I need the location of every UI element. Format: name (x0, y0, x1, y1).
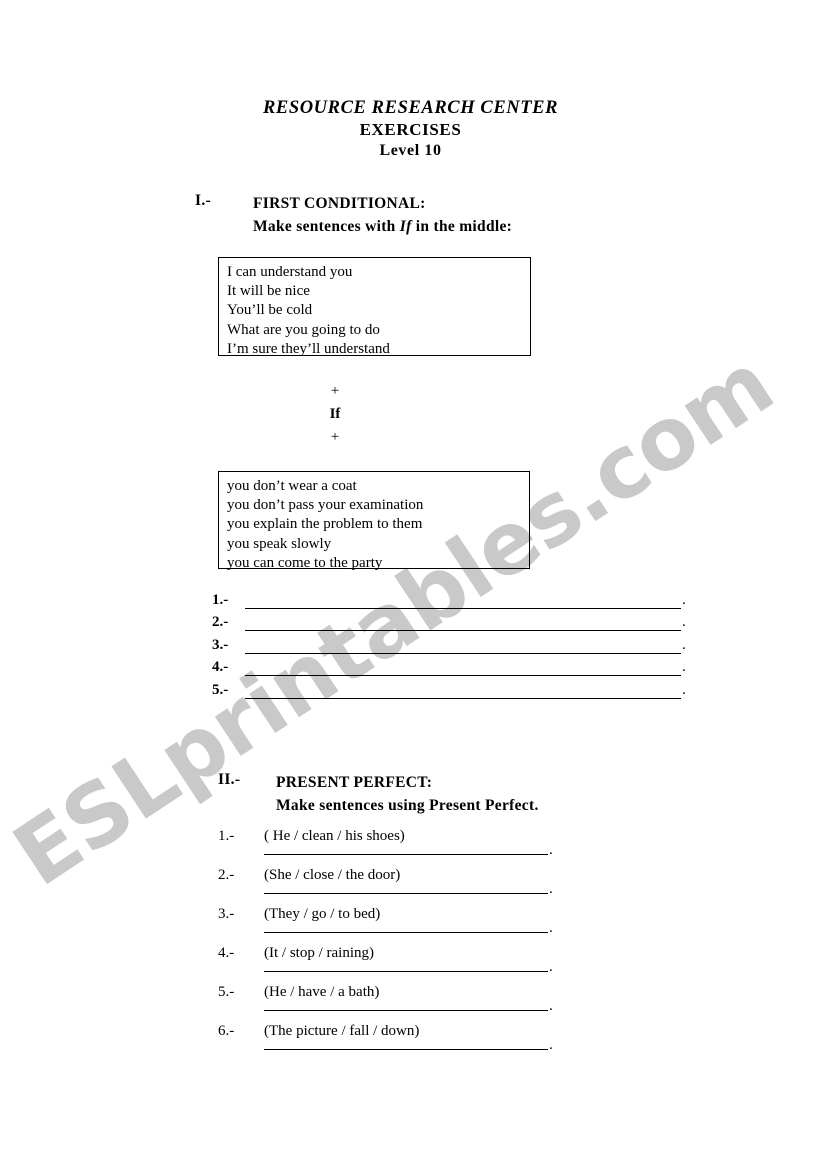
list-item: I’m sure they’ll understand (227, 340, 390, 357)
if-clause-box: you don’t wear a coat you don’t pass you… (218, 471, 530, 571)
item-prompt: (It / stop / raining) (264, 945, 374, 961)
item-answer-blank[interactable] (264, 971, 548, 972)
main-clause-list: I can understand you It will be nice You… (219, 258, 530, 363)
item-prompt: (They / go / to bed) (264, 906, 381, 922)
answer-blank[interactable] (245, 697, 681, 699)
answer-blank[interactable] (245, 675, 681, 677)
document-header: RESOURCE RESEARCH CENTER EXERCISES Level… (0, 98, 821, 161)
answer-row: 4.- . (212, 659, 712, 681)
section-1-instruction: Make sentences with If in the middle: (253, 215, 512, 238)
worksheet-page: ESLprintables.com RESOURCE RESEARCH CENT… (0, 0, 821, 1169)
answer-number: 3.- (212, 636, 229, 653)
answer-number: 4.- (212, 659, 229, 676)
exercise-item: 6.- (The picture / fall / down) . (218, 1023, 638, 1062)
item-number: 5.- (218, 984, 235, 1000)
item-end-punct: . (549, 920, 553, 936)
item-number: 1.- (218, 828, 235, 844)
list-item: you can come to the party (227, 554, 383, 571)
answer-end-punct: . (682, 614, 686, 631)
instruction-text-before: Make sentences with (253, 218, 396, 235)
item-number: 2.- (218, 867, 235, 883)
answer-end-punct: . (682, 636, 686, 653)
list-item: It will be nice (227, 283, 310, 300)
item-end-punct: . (549, 842, 553, 858)
section-2-number: II.- (218, 771, 241, 788)
item-answer-blank[interactable] (264, 932, 548, 933)
list-item: you explain the problem to them (227, 516, 423, 533)
answer-blank[interactable] (245, 608, 681, 609)
page-subtitle: EXERCISES (359, 120, 462, 139)
item-answer-blank[interactable] (264, 893, 548, 894)
answer-row: 3.- . (212, 637, 712, 659)
answer-end-punct: . (682, 592, 686, 608)
answer-row: 1.- . (212, 592, 712, 614)
answer-blank[interactable] (245, 630, 681, 632)
list-item: you don’t wear a coat (227, 478, 357, 494)
instruction-keyword-if: If (399, 218, 412, 235)
section-1-answer-lines: 1.- . 2.- . 3.- . 4.- . 5.- . (212, 592, 712, 704)
section-2-items: 1.- ( He / clean / his shoes) . 2.- (She… (218, 828, 638, 1062)
section-1-heading: FIRST CONDITIONAL: Make sentences with I… (253, 192, 512, 238)
page-level: Level 10 (379, 142, 442, 159)
answer-end-punct: . (682, 681, 686, 698)
exercise-item: 4.- (It / stop / raining) . (218, 945, 638, 984)
item-number: 3.- (218, 906, 235, 922)
list-item: I can understand you (227, 264, 353, 280)
section-2-heading: PRESENT PERFECT: Make sentences using Pr… (276, 771, 539, 817)
item-end-punct: . (549, 998, 553, 1014)
exercise-item: 3.- (They / go / to bed) . (218, 906, 638, 945)
section-1-title: FIRST CONDITIONAL: (253, 195, 426, 212)
item-answer-blank[interactable] (264, 1010, 548, 1011)
answer-end-punct: . (682, 659, 686, 676)
item-end-punct: . (549, 959, 553, 975)
item-answer-blank[interactable] (264, 1049, 548, 1050)
page-title: RESOURCE RESEARCH CENTER (262, 98, 559, 118)
instruction-text-after: in the middle: (415, 218, 513, 235)
answer-row: 5.- . (212, 682, 712, 704)
item-end-punct: . (549, 1037, 553, 1053)
item-prompt: (He / have / a bath) (264, 984, 380, 1000)
list-item: you don’t pass your examination (227, 497, 424, 514)
answer-number: 1.- (212, 592, 229, 608)
item-prompt: (The picture / fall / down) (264, 1023, 420, 1039)
section-2-instruction: Make sentences using Present Perfect. (276, 797, 539, 814)
section-2-title: PRESENT PERFECT: (276, 774, 433, 791)
answer-number: 5.- (212, 681, 229, 698)
item-number: 6.- (218, 1023, 235, 1039)
item-number: 4.- (218, 945, 235, 961)
section-1-number: I.- (195, 192, 211, 209)
item-prompt: (She / close / the door) (264, 867, 401, 883)
if-clause-list: you don’t wear a coat you don’t pass you… (219, 472, 529, 577)
item-end-punct: . (549, 881, 553, 897)
exercise-item: 1.- ( He / clean / his shoes) . (218, 828, 638, 867)
answer-row: 2.- . (212, 614, 712, 636)
if-connector: + If + (305, 380, 365, 449)
main-clause-box: I can understand you It will be nice You… (218, 257, 531, 357)
exercise-item: 2.- (She / close / the door) . (218, 867, 638, 906)
item-answer-blank[interactable] (264, 854, 548, 855)
answer-number: 2.- (212, 614, 229, 631)
exercise-item: 5.- (He / have / a bath) . (218, 984, 638, 1023)
list-item: You’ll be cold (227, 302, 313, 319)
item-prompt: ( He / clean / his shoes) (264, 828, 405, 844)
if-keyword: If (329, 406, 341, 422)
answer-blank[interactable] (245, 652, 681, 654)
plus-sign-top: + (330, 383, 340, 399)
list-item: What are you going to do (227, 321, 380, 338)
plus-sign-bottom: + (330, 429, 340, 445)
list-item: you speak slowly (227, 535, 332, 552)
